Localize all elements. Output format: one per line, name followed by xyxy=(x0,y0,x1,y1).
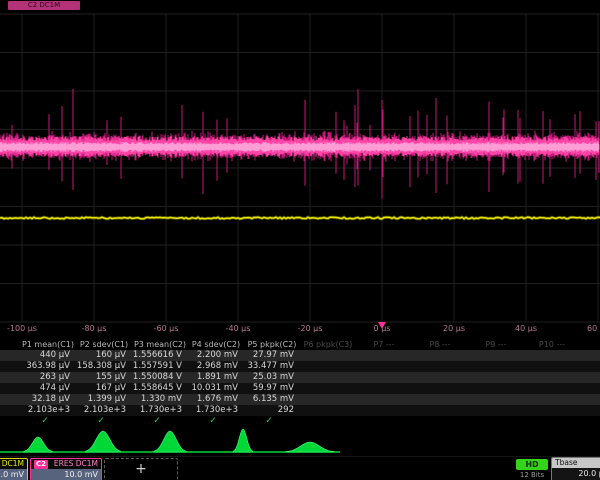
add-trace-button[interactable]: + xyxy=(104,458,178,480)
trigger-source-badge[interactable]: C2 DC1M xyxy=(8,1,80,10)
measurement-table: P1 mean(C1)440 µV363.98 µV263 µV474 µV32… xyxy=(0,339,600,427)
measurement-histicon xyxy=(286,442,334,452)
measure-column-header[interactable]: P2 sdev(C1) xyxy=(76,339,132,350)
measure-column-header[interactable]: P8 --- xyxy=(412,339,468,350)
measure-cell-status: ✓ xyxy=(20,416,70,427)
time-axis-label: -20 µs xyxy=(298,324,323,333)
measure-column-header[interactable]: P7 --- xyxy=(356,339,412,350)
measure-cell-max: 59.97 mV xyxy=(244,383,294,394)
measure-cell-value: 2.200 mV xyxy=(188,350,238,361)
measurement-histicon xyxy=(85,431,120,452)
measure-cell-value: 27.97 mV xyxy=(244,350,294,361)
measure-column-header[interactable]: P1 mean(C1) xyxy=(20,339,76,350)
time-axis-label: 0 µs xyxy=(374,324,391,333)
measure-column-header[interactable]: P9 --- xyxy=(468,339,524,350)
measurement-histicon xyxy=(233,429,252,452)
measure-cell-sdev: 1.676 mV xyxy=(188,394,238,405)
measure-cell-min: 25.03 mV xyxy=(244,372,294,383)
time-axis-label: -60 µs xyxy=(154,324,179,333)
hd-mode-badge[interactable]: HD xyxy=(516,459,548,470)
measure-cell-sdev: 32.18 µV xyxy=(20,394,70,405)
measure-cell-num: 2.103e+3 xyxy=(20,405,70,416)
c2-coupling: ERES DC1M xyxy=(54,459,98,469)
measure-cell-sdev: 1.330 mV xyxy=(132,394,182,405)
measure-cell-sdev: 6.135 mV xyxy=(244,394,294,405)
measurement-histicon xyxy=(154,431,186,452)
measure-cell-num: 2.103e+3 xyxy=(76,405,126,416)
time-axis: -100 µs -80 µs -60 µs -40 µs -20 µs 0 µs 20 µs… xyxy=(0,324,600,337)
measure-cell-min: 263 µV xyxy=(20,372,70,383)
measure-cell-max: 1.558645 V xyxy=(132,383,182,394)
hd-bits-label: 12 Bits xyxy=(514,471,550,479)
measure-cell-value: 1.556616 V xyxy=(132,350,182,361)
channel-c1-descriptor[interactable]: C1 DC1M 10.0 mV xyxy=(0,458,28,480)
measure-cell-num: 1.730e+3 xyxy=(188,405,238,416)
measure-cell-status: ✓ xyxy=(76,416,126,427)
timebase-descriptor[interactable]: Tbase 20.0 µs xyxy=(551,457,600,480)
time-axis-label: -100 µs xyxy=(7,324,37,333)
measure-cell-min: 155 µV xyxy=(76,372,126,383)
measurement-histicon xyxy=(24,437,53,452)
measure-cell-sdev: 1.399 µV xyxy=(76,394,126,405)
timebase-title: Tbase xyxy=(552,458,600,468)
measure-column-header[interactable]: P6 pkpk(C3) xyxy=(300,339,356,350)
measure-column-header[interactable]: P10 --- xyxy=(524,339,580,350)
c2-scale: 10.0 mV xyxy=(31,469,101,480)
timebase-value: 20.0 µs xyxy=(552,468,600,480)
measure-column-header[interactable]: P4 sdev(C2) xyxy=(188,339,244,350)
channel-c2-descriptor[interactable]: C2 ERES DC1M 10.0 mV xyxy=(30,458,102,480)
measure-cell-mean: 158.308 µV xyxy=(76,361,126,372)
measure-cell-mean: 363.98 µV xyxy=(20,361,70,372)
measure-cell-status: ✓ xyxy=(188,416,238,427)
measure-cell-status: ✓ xyxy=(244,416,294,427)
measure-cell-mean: 1.557591 V xyxy=(132,361,182,372)
measure-cell-max: 10.031 mV xyxy=(188,383,238,394)
measure-column-header[interactable]: P3 mean(C2) xyxy=(132,339,188,350)
measure-column-header[interactable]: P5 pkpk(C2) xyxy=(244,339,300,350)
measure-cell-max: 167 µV xyxy=(76,383,126,394)
time-axis-label: 60 µs xyxy=(587,324,600,333)
measure-cell-value: 440 µV xyxy=(20,350,70,361)
measure-cell-status: ✓ xyxy=(132,416,182,427)
measure-cell-mean: 2.968 mV xyxy=(188,361,238,372)
time-axis-label: -80 µs xyxy=(82,324,107,333)
time-axis-label: 40 µs xyxy=(515,324,537,333)
time-axis-label: -40 µs xyxy=(226,324,251,333)
measure-cell-min: 1.891 mV xyxy=(188,372,238,383)
time-axis-label: 20 µs xyxy=(443,324,465,333)
c2-label: C2 xyxy=(34,460,48,469)
c1-scale: 10.0 mV xyxy=(0,469,27,480)
measure-cell-min: 1.550084 V xyxy=(132,372,182,383)
measure-cell-num: 292 xyxy=(244,405,294,416)
descriptor-bar: C1 DC1M 10.0 mV C2 ERES DC1M 10.0 mV + H… xyxy=(0,456,600,480)
c1-coupling: DC1M xyxy=(2,459,24,469)
graticule xyxy=(0,14,600,322)
measure-column-header[interactable]: P11 xyxy=(580,339,600,350)
measure-cell-num: 1.730e+3 xyxy=(132,405,182,416)
measure-cell-mean: 33.477 mV xyxy=(244,361,294,372)
measure-cell-max: 474 µV xyxy=(20,383,70,394)
oscilloscope-screen: C2 DC1M -100 µs -80 µs -60 µs -40 µs -20 µs 0… xyxy=(0,0,600,480)
measure-cell-value: 160 µV xyxy=(76,350,126,361)
